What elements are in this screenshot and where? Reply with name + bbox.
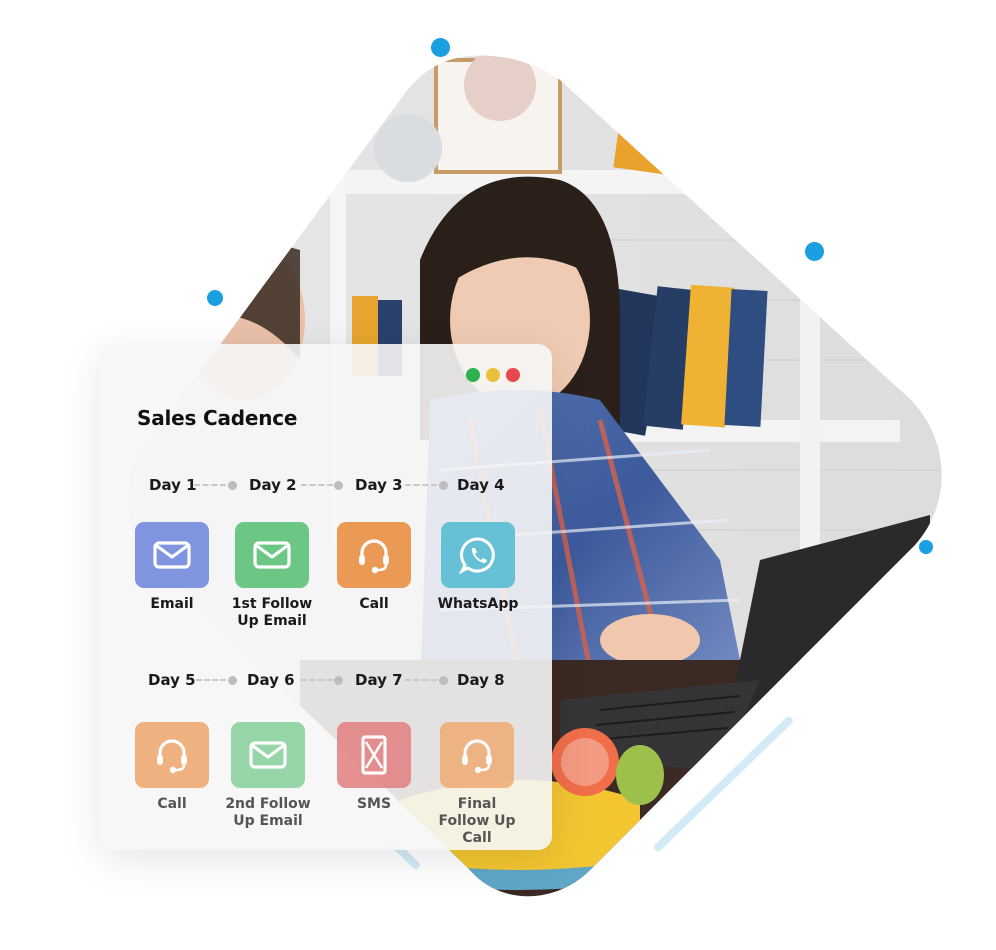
step-label: 1st Follow Up Email bbox=[231, 596, 313, 629]
timeline-dot bbox=[439, 676, 448, 685]
step-tile bbox=[337, 722, 411, 788]
cadence-step-email[interactable]: Email bbox=[122, 522, 222, 613]
headset-icon bbox=[359, 539, 389, 574]
day-label: Day 5 bbox=[148, 671, 196, 689]
day-label: Day 8 bbox=[457, 671, 505, 689]
cadence-step-call[interactable]: Call bbox=[324, 522, 424, 613]
day-timeline-row-2: Day 5 Day 6 Day 7 Day 8 bbox=[100, 668, 552, 692]
cadence-step-call[interactable]: Call bbox=[122, 722, 222, 813]
day-label: Day 6 bbox=[247, 671, 295, 689]
step-tile bbox=[441, 522, 515, 588]
card-title: Sales Cadence bbox=[137, 406, 298, 430]
timeline-dot bbox=[228, 676, 237, 685]
window-dot-green[interactable] bbox=[466, 368, 480, 382]
accent-dot bbox=[805, 242, 824, 261]
timeline-connector bbox=[196, 679, 226, 683]
day-label: Day 1 bbox=[149, 476, 197, 494]
whatsapp-icon bbox=[458, 537, 495, 575]
day-timeline-row-1: Day 1 Day 2 Day 3 Day 4 bbox=[100, 473, 552, 497]
timeline-dot bbox=[439, 481, 448, 490]
step-label: Call bbox=[157, 796, 187, 812]
accent-dot bbox=[919, 540, 933, 554]
timeline-connector bbox=[405, 484, 437, 488]
step-tile bbox=[337, 522, 411, 588]
timeline-dot bbox=[228, 481, 237, 490]
timeline-connector bbox=[194, 484, 226, 488]
cadence-step-whatsapp[interactable]: WhatsApp bbox=[428, 522, 528, 613]
cadence-step-sms[interactable]: SMS bbox=[324, 722, 424, 813]
timeline-connector bbox=[301, 484, 333, 488]
step-label: Email bbox=[150, 596, 194, 612]
day-label: Day 3 bbox=[355, 476, 403, 494]
cadence-step-1st-follow-up-email[interactable]: 1st Follow Up Email bbox=[222, 522, 322, 630]
step-tile bbox=[135, 722, 209, 788]
step-label: Final Follow Up Call bbox=[438, 796, 516, 846]
sms-phone-icon bbox=[361, 735, 387, 775]
hero-scene: Sales Cadence Day 1 Day 2 Day 3 Day 4 Em… bbox=[0, 0, 996, 950]
day-label: Day 2 bbox=[249, 476, 297, 494]
window-dot-red[interactable] bbox=[506, 368, 520, 382]
envelope-icon bbox=[249, 741, 287, 769]
step-tile bbox=[235, 522, 309, 588]
timeline-dot bbox=[334, 676, 343, 685]
step-label: WhatsApp bbox=[437, 596, 519, 612]
cadence-step-2nd-follow-up-email[interactable]: 2nd Follow Up Email bbox=[218, 722, 318, 830]
headset-icon bbox=[157, 739, 187, 774]
accent-dot bbox=[207, 290, 223, 306]
cadence-step-final-follow-up-call[interactable]: Final Follow Up Call bbox=[427, 722, 527, 847]
window-dot-yellow[interactable] bbox=[486, 368, 500, 382]
window-controls bbox=[466, 368, 520, 382]
step-tile bbox=[231, 722, 305, 788]
step-tile bbox=[440, 722, 514, 788]
day-label: Day 7 bbox=[355, 671, 403, 689]
day-label: Day 4 bbox=[457, 476, 505, 494]
timeline-connector bbox=[405, 679, 437, 683]
headset-icon bbox=[462, 739, 492, 774]
step-tile bbox=[135, 522, 209, 588]
envelope-icon bbox=[153, 541, 191, 569]
timeline-dot bbox=[334, 481, 343, 490]
timeline-connector bbox=[301, 679, 333, 683]
accent-dot bbox=[431, 38, 450, 57]
step-label: 2nd Follow Up Email bbox=[225, 796, 311, 829]
envelope-icon bbox=[253, 541, 291, 569]
sales-cadence-card: Sales Cadence Day 1 Day 2 Day 3 Day 4 Em… bbox=[100, 344, 552, 850]
step-label: SMS bbox=[356, 796, 392, 812]
step-label: Call bbox=[359, 596, 389, 612]
